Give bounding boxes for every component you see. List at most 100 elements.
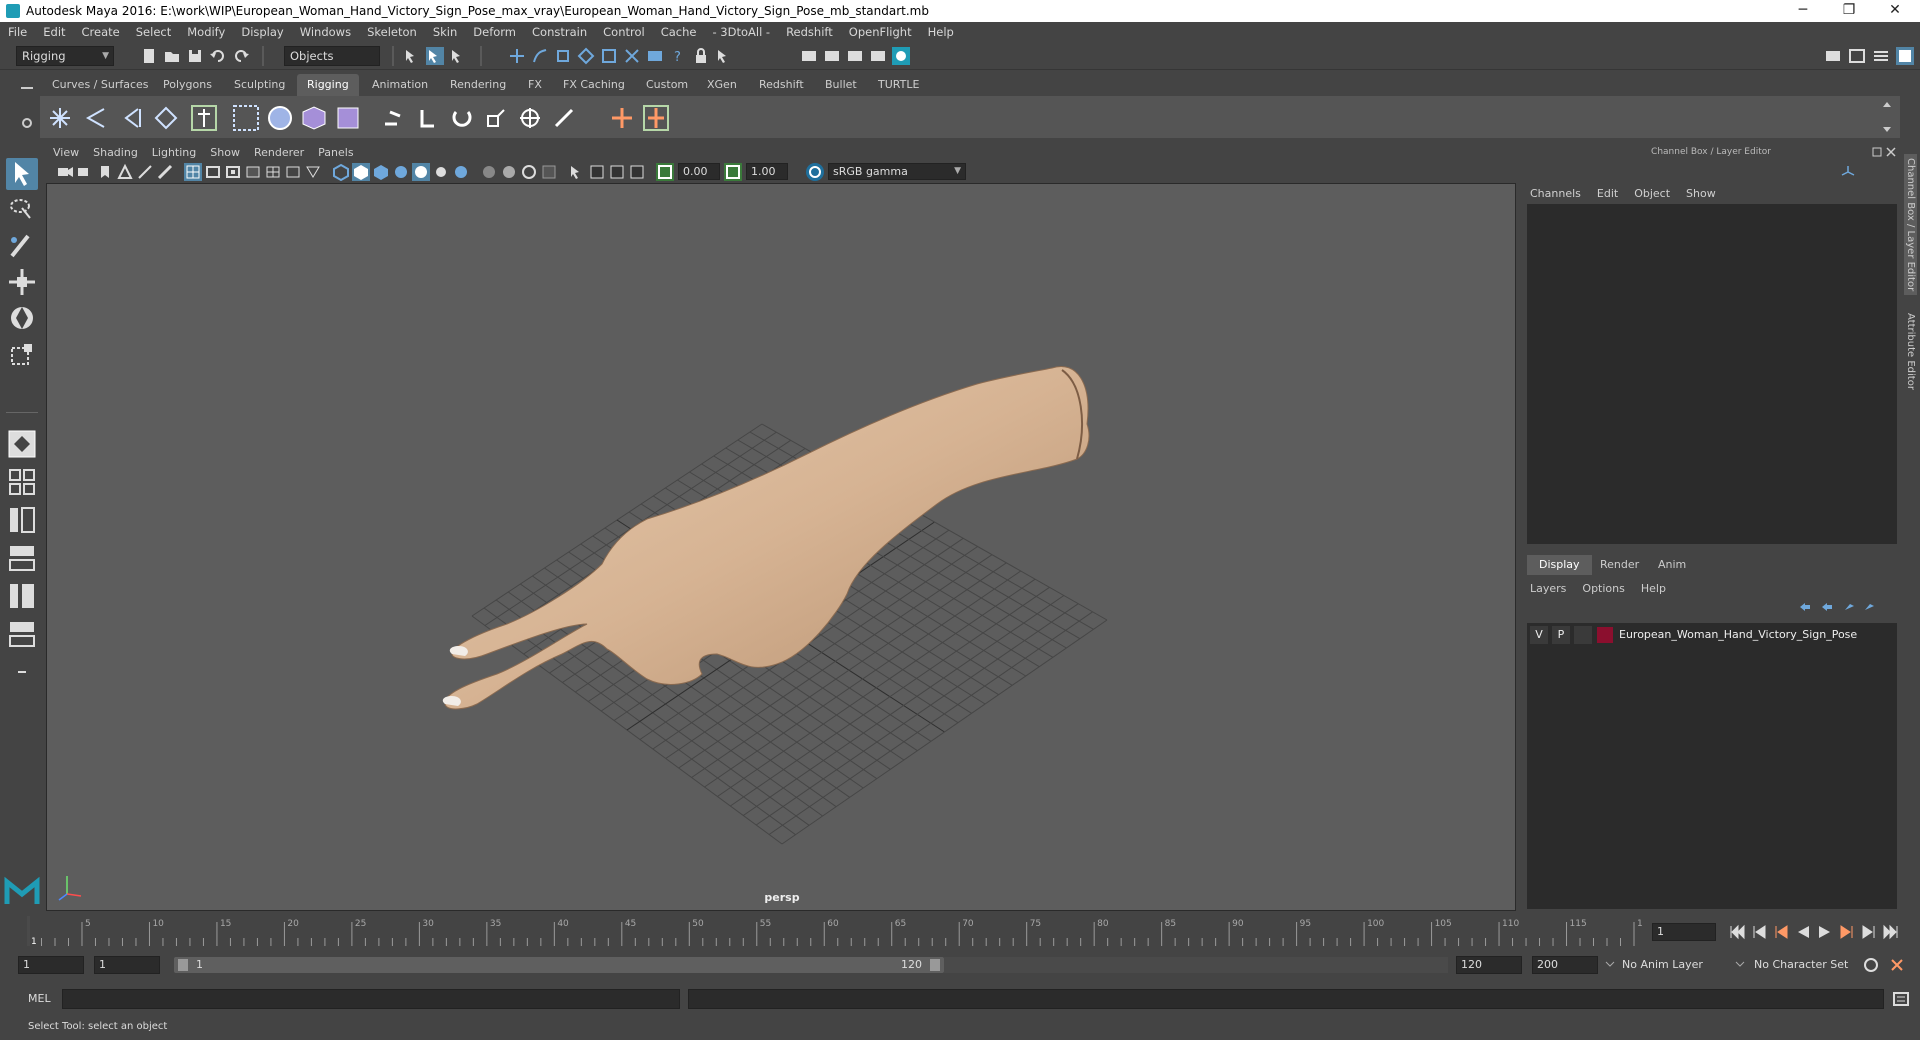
smooth-bind-icon[interactable]: [266, 104, 294, 132]
pole-vector-constraint-icon[interactable]: [552, 106, 576, 130]
tab-xgen[interactable]: XGen: [697, 74, 747, 96]
playback-end-field[interactable]: 120: [1456, 956, 1522, 974]
perspective-viewport[interactable]: persp: [46, 183, 1516, 911]
layer-row[interactable]: V P European_Woman_Hand_Victory_Sign_Pos…: [1527, 626, 1897, 644]
paint-select-tool-icon[interactable]: [6, 230, 38, 262]
single-perspective-layout-icon[interactable]: [6, 428, 38, 460]
lock-icon[interactable]: [692, 47, 710, 65]
go-to-start-icon[interactable]: [1728, 923, 1746, 941]
move-layer-up-icon[interactable]: [1798, 600, 1812, 614]
render-sequence-icon[interactable]: [823, 47, 841, 65]
mirror-joint-icon[interactable]: [120, 106, 144, 130]
select-objects-icon[interactable]: [426, 47, 444, 65]
hik-character-icon[interactable]: [642, 104, 670, 132]
safe-action-icon[interactable]: [284, 163, 302, 181]
four-view-layout-icon[interactable]: [6, 466, 38, 498]
playback-start-field[interactable]: 1: [94, 956, 160, 974]
time-slider[interactable]: 1 5 10 15 20 25 30 35 40 45 50 55 60 65 70 75 80 85 90 95 10…: [22, 914, 1642, 948]
new-empty-layer-icon[interactable]: [1842, 600, 1856, 614]
channel-menu-edit[interactable]: Edit: [1589, 187, 1626, 200]
command-input[interactable]: [62, 989, 680, 1009]
viewport-menu-show[interactable]: Show: [203, 146, 247, 159]
menu-skeleton[interactable]: Skeleton: [359, 25, 425, 39]
range-slider[interactable]: 1 120: [174, 957, 944, 973]
tab-rigging[interactable]: Rigging: [297, 74, 359, 96]
persp-graph-layout-icon[interactable]: [6, 542, 38, 574]
layer-menu-options[interactable]: Options: [1574, 582, 1632, 595]
ambient-occlusion-icon[interactable]: [452, 163, 470, 181]
backface-culling-icon[interactable]: [628, 163, 646, 181]
joint-tool-icon[interactable]: [48, 106, 72, 130]
new-layer-from-selection-icon[interactable]: [1862, 600, 1876, 614]
channel-menu-show[interactable]: Show: [1678, 187, 1724, 200]
tab-bullet[interactable]: Bullet: [815, 74, 867, 96]
chevron-down-icon[interactable]: [1604, 958, 1616, 970]
script-editor-icon[interactable]: [1892, 990, 1910, 1008]
tab-fx-caching[interactable]: FX Caching: [553, 74, 635, 96]
anim-layer-dropdown[interactable]: No Anim Layer: [1622, 956, 1742, 974]
step-forward-frame-icon[interactable]: [1838, 923, 1856, 941]
chevron-down-icon[interactable]: [1734, 958, 1746, 970]
tab-turtle[interactable]: TURTLE: [868, 74, 929, 96]
textured-icon[interactable]: [392, 163, 410, 181]
point-constraint-icon[interactable]: [416, 106, 440, 130]
viewport-menu-panels[interactable]: Panels: [311, 146, 360, 159]
lasso-tool-icon[interactable]: [6, 194, 38, 226]
layer-visibility-toggle[interactable]: V: [1530, 626, 1548, 644]
open-scene-icon[interactable]: [163, 47, 181, 65]
input-output-icon[interactable]: [715, 47, 733, 65]
close-panel-icon[interactable]: [1886, 147, 1896, 157]
wireframe-icon[interactable]: [332, 163, 350, 181]
shelf-scroll-icon[interactable]: [1882, 100, 1892, 134]
command-language-label[interactable]: MEL: [28, 990, 51, 1008]
layer-menu-help[interactable]: Help: [1633, 582, 1674, 595]
lattice-icon[interactable]: [300, 104, 328, 132]
gate-mask-icon[interactable]: [244, 163, 262, 181]
animation-preferences-icon[interactable]: [1888, 956, 1906, 974]
rotate-tool-icon[interactable]: [6, 302, 38, 334]
side-tab-channel-box[interactable]: Channel Box / Layer Editor: [1904, 154, 1917, 296]
bookmark-icon[interactable]: [96, 163, 114, 181]
viewport-menu-lighting[interactable]: Lighting: [145, 146, 203, 159]
save-scene-icon[interactable]: [186, 47, 204, 65]
undo-icon[interactable]: [209, 47, 227, 65]
ik-handle-icon[interactable]: [190, 104, 218, 132]
gamma-field[interactable]: 1.00: [746, 163, 788, 180]
side-tab-attribute-editor[interactable]: Attribute Editor: [1904, 309, 1917, 394]
depth-of-field-icon[interactable]: [520, 163, 538, 181]
isolate-select-icon[interactable]: [540, 163, 558, 181]
menu-display[interactable]: Display: [233, 25, 291, 39]
view-transform-dropdown[interactable]: sRGB gamma ▼: [828, 163, 966, 180]
move-tool-icon[interactable]: [6, 266, 38, 298]
layer-menu-layers[interactable]: Layers: [1522, 582, 1574, 595]
menu-constrain[interactable]: Constrain: [524, 25, 595, 39]
character-set-dropdown[interactable]: No Character Set: [1754, 956, 1864, 974]
cluster-icon[interactable]: [334, 104, 362, 132]
menu-modify[interactable]: Modify: [179, 25, 233, 39]
range-slider-end-handle[interactable]: [930, 959, 940, 971]
wireframe-on-shaded-icon[interactable]: [372, 163, 390, 181]
channel-box-toggle-icon[interactable]: [1896, 47, 1914, 65]
menu-file[interactable]: File: [0, 25, 35, 39]
grid-toggle-icon[interactable]: [184, 163, 202, 181]
snap-curve-icon[interactable]: [531, 47, 549, 65]
menu-cache[interactable]: Cache: [653, 25, 705, 39]
float-panel-icon[interactable]: [1872, 147, 1882, 157]
tab-curves-surfaces[interactable]: Curves / Surfaces: [42, 74, 159, 96]
smooth-shade-icon[interactable]: [352, 163, 370, 181]
menu-windows[interactable]: Windows: [292, 25, 359, 39]
bind-skin-icon[interactable]: [232, 104, 260, 132]
aim-constraint-icon[interactable]: [518, 106, 542, 130]
channel-menu-channels[interactable]: Channels: [1522, 187, 1589, 200]
snap-view-plane-icon[interactable]: [577, 47, 595, 65]
safe-title-icon[interactable]: [304, 163, 322, 181]
snap-point-icon[interactable]: [554, 47, 572, 65]
viewport-menu-view[interactable]: View: [46, 146, 86, 159]
help-snap-icon[interactable]: ?: [669, 47, 687, 65]
tab-animation[interactable]: Animation: [362, 74, 438, 96]
anti-aliasing-icon[interactable]: [500, 163, 518, 181]
redo-icon[interactable]: [232, 47, 250, 65]
snap-grid-icon[interactable]: [508, 47, 526, 65]
layer-playback-toggle[interactable]: P: [1552, 626, 1570, 644]
restore-button[interactable]: ❐: [1826, 0, 1872, 22]
